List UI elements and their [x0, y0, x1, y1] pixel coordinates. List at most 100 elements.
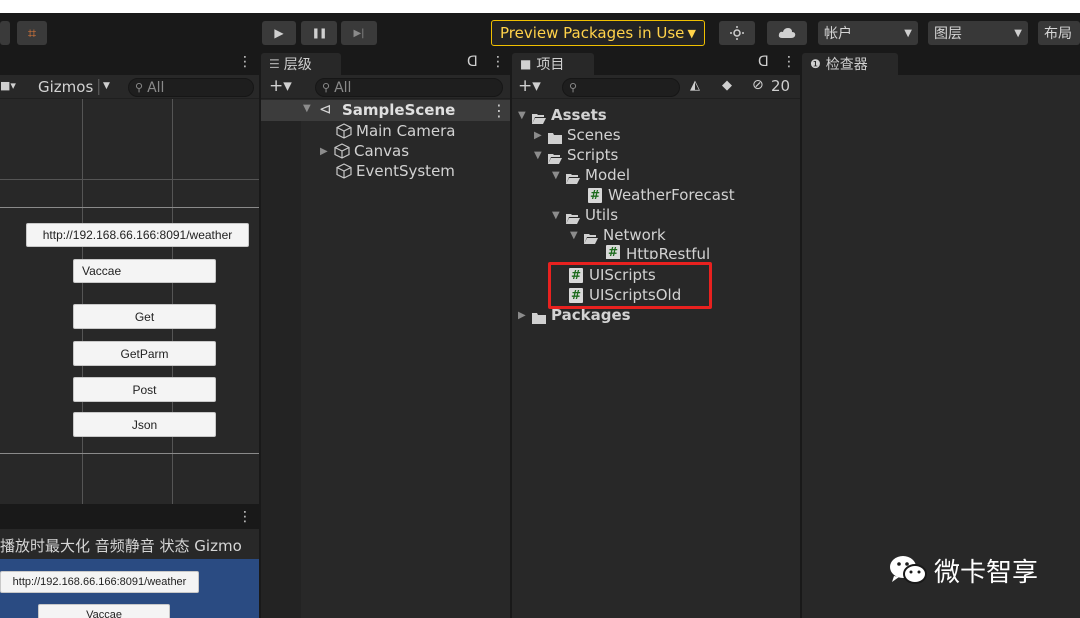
- chevron-down-icon[interactable]: ▼: [552, 210, 566, 221]
- hierarchy-item-canvas[interactable]: ▶ Canvas: [320, 141, 409, 161]
- grid-line: [172, 99, 173, 504]
- account-dropdown[interactable]: 帐户 ▼: [818, 21, 918, 45]
- chevron-down-icon[interactable]: ▼: [570, 230, 584, 241]
- scene-row[interactable]: ▼ ⊲ SampleScene ⋮: [261, 100, 510, 121]
- game-canvas[interactable]: http://192.168.66.166:8091/weather Vacca…: [0, 559, 259, 618]
- tree-item-model[interactable]: ▼ Model: [552, 165, 630, 185]
- post-button[interactable]: Post: [73, 377, 216, 402]
- preview-packages-dropdown[interactable]: Preview Packages in Use ▼: [491, 20, 705, 46]
- tab-hierarchy[interactable]: ☰ 层级: [261, 53, 341, 75]
- folder-icon: [548, 130, 562, 144]
- filter-by-label-icon[interactable]: ◆: [722, 78, 732, 93]
- hierarchy-search-input[interactable]: ⚲ All: [315, 78, 503, 97]
- tree-item-assets[interactable]: ▼ Assets: [518, 105, 607, 125]
- more-menu-icon[interactable]: ⋮: [782, 54, 796, 70]
- tab-project[interactable]: ■ 项目: [512, 53, 594, 75]
- hidden-packages-count: 20: [771, 77, 791, 95]
- more-menu-icon[interactable]: ⋮: [238, 509, 252, 525]
- chevron-down-icon[interactable]: ▼: [103, 81, 110, 91]
- project-tab-label: 项目: [536, 57, 565, 73]
- open-folder-icon: [566, 170, 580, 184]
- project-tree: ▼ Assets ▶ Scenes ▼ Scripts ▼ Model # We…: [512, 99, 800, 618]
- chevron-right-icon[interactable]: ▶: [518, 310, 532, 321]
- open-folder-icon: [566, 210, 580, 224]
- account-label: 帐户: [824, 26, 852, 42]
- package-manager-icon[interactable]: [719, 21, 755, 45]
- lock-icon[interactable]: ᗡ: [758, 54, 769, 70]
- tree-item-network[interactable]: ▼ Network: [570, 225, 666, 245]
- game-url-field[interactable]: http://192.168.66.166:8091/weather: [0, 571, 199, 593]
- add-button[interactable]: +▾: [269, 76, 292, 96]
- scene-search-input[interactable]: ⚲ All: [128, 78, 254, 97]
- chevron-right-icon[interactable]: ▶: [534, 130, 548, 141]
- canvas-border: [0, 453, 259, 454]
- chevron-right-icon[interactable]: ▶: [320, 146, 334, 157]
- project-tabbar: ■ 项目 ᗡ ⋮: [512, 51, 800, 75]
- chevron-down-icon: ▼: [687, 26, 696, 40]
- tab-inspector[interactable]: ❶ 检查器: [802, 53, 898, 75]
- cloud-icon[interactable]: [767, 21, 807, 45]
- hierarchy-item-eventsystem[interactable]: EventSystem: [336, 161, 455, 181]
- play-button[interactable]: ▶: [262, 21, 296, 45]
- get-button[interactable]: Get: [73, 304, 216, 329]
- url-input-field[interactable]: http://192.168.66.166:8091/weather: [26, 223, 249, 247]
- inspector-tabbar: ❶ 检查器: [802, 51, 1080, 75]
- chevron-down-icon[interactable]: ▼: [518, 110, 532, 121]
- csharp-script-icon: #: [588, 187, 602, 203]
- search-icon: ⚲: [135, 81, 144, 94]
- open-folder-icon: [548, 150, 562, 164]
- tree-item-httprestful[interactable]: # HttpRestful: [606, 245, 710, 259]
- chevron-down-icon[interactable]: ▼: [303, 103, 311, 114]
- tree-label: WeatherForecast: [608, 186, 735, 204]
- render-mode-icon[interactable]: ■▾: [0, 79, 16, 92]
- pause-button[interactable]: ❚❚: [301, 21, 337, 45]
- tree-label: Network: [603, 226, 666, 244]
- hierarchy-tab-label: 层级: [283, 57, 312, 73]
- layout-dropdown[interactable]: 布局: [1038, 21, 1080, 45]
- watermark: 微卡智享: [888, 552, 1038, 588]
- main-toolbar: ⌗ ▶ ❚❚ ▶| Preview Packages in Use ▼ 帐户 ▼…: [0, 13, 1080, 51]
- layers-dropdown[interactable]: 图层 ▼: [928, 21, 1028, 45]
- json-button[interactable]: Json: [73, 412, 216, 437]
- tree-label: Scripts: [567, 146, 619, 164]
- step-button[interactable]: ▶|: [341, 21, 377, 45]
- more-menu-icon[interactable]: ⋮: [238, 54, 252, 70]
- toolbar-left-button[interactable]: [0, 21, 10, 45]
- create-button[interactable]: +▾: [518, 76, 541, 96]
- collab-icon[interactable]: ⌗: [17, 21, 47, 45]
- more-menu-icon[interactable]: ⋮: [491, 101, 507, 120]
- project-search-input[interactable]: ⚲: [562, 78, 680, 97]
- chevron-down-icon[interactable]: ▼: [534, 150, 548, 161]
- getparm-button[interactable]: GetParm: [73, 341, 216, 366]
- divider: |: [96, 76, 102, 95]
- hierarchy-gutter: [261, 121, 301, 618]
- tree-label: Model: [585, 166, 631, 184]
- tree-item-weatherforecast[interactable]: # WeatherForecast: [588, 185, 735, 205]
- chevron-down-icon[interactable]: ▼: [552, 170, 566, 181]
- hierarchy-search-placeholder: All: [334, 79, 352, 96]
- hierarchy-item-main-camera[interactable]: Main Camera: [336, 121, 455, 141]
- scene-search-placeholder: All: [147, 79, 165, 96]
- lock-icon[interactable]: ᗡ: [467, 54, 478, 70]
- open-folder-icon: [584, 230, 598, 244]
- scene-canvas[interactable]: http://192.168.66.166:8091/weather Vacca…: [0, 99, 259, 504]
- game-toolbar[interactable]: 播放时最大化 音频静音 状态 Gizmo: [0, 531, 259, 559]
- item-label: Main Camera: [356, 122, 456, 140]
- name-input-field[interactable]: Vaccae: [73, 259, 216, 283]
- chevron-down-icon: ▼: [1014, 27, 1022, 39]
- tree-label: Scenes: [567, 126, 621, 144]
- list-icon: ☰: [269, 57, 280, 71]
- tree-item-utils[interactable]: ▼ Utils: [552, 205, 618, 225]
- grid-line: [82, 99, 83, 504]
- game-name-field[interactable]: Vaccae: [38, 604, 170, 618]
- more-menu-icon[interactable]: ⋮: [491, 54, 505, 70]
- filter-by-type-icon[interactable]: ◭: [690, 78, 700, 93]
- tree-item-scripts[interactable]: ▼ Scripts: [534, 145, 618, 165]
- tree-item-scenes[interactable]: ▶ Scenes: [534, 125, 621, 145]
- unity-scene-icon: ⊲: [319, 100, 332, 118]
- game-panel: ⋮ 播放时最大化 音频静音 状态 Gizmo http://192.168.66…: [0, 507, 259, 618]
- hidden-packages-icon[interactable]: ⊘: [752, 77, 764, 93]
- gizmos-button[interactable]: Gizmos: [38, 78, 93, 96]
- search-icon: ⚲: [569, 81, 578, 94]
- game-tabbar: ⋮: [0, 507, 259, 529]
